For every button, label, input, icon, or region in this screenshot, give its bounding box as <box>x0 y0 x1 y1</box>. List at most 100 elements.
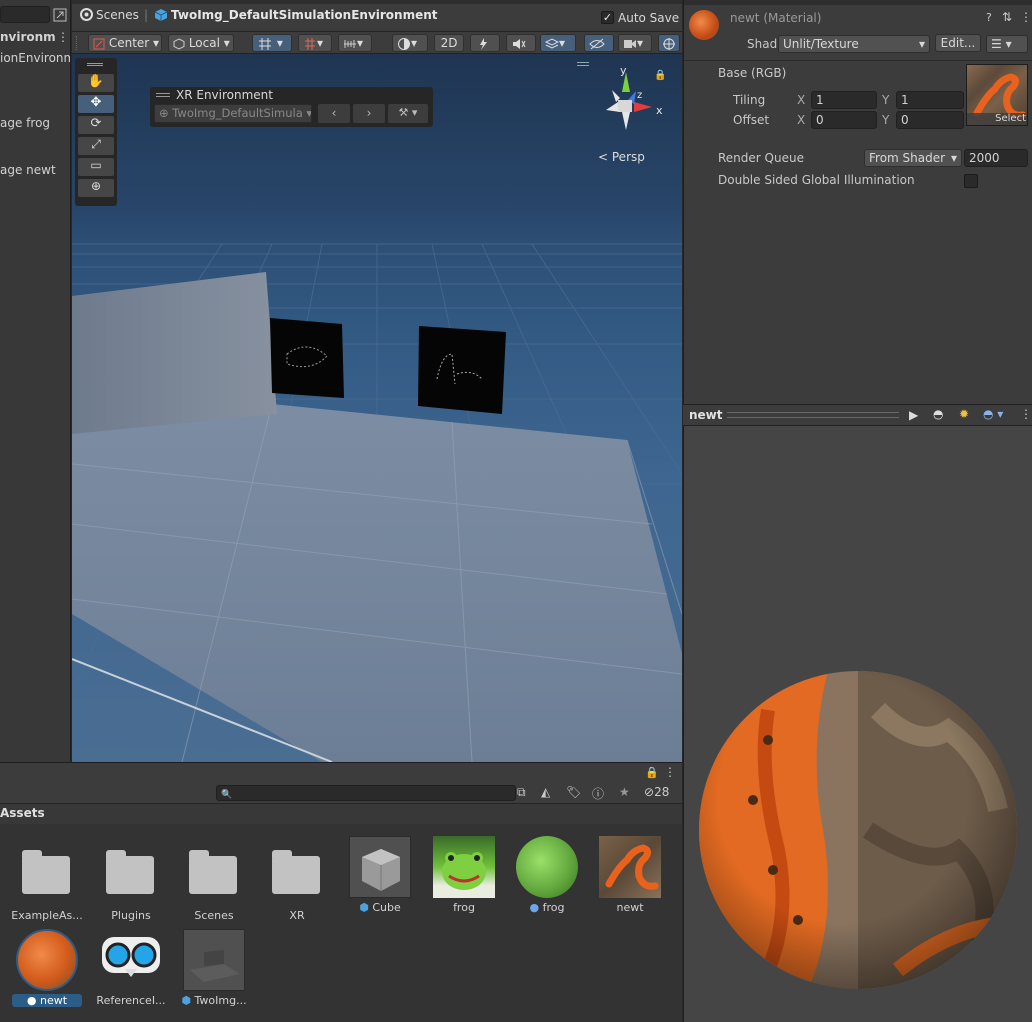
newt-texture-thumbnail <box>599 836 661 898</box>
tools-grip[interactable] <box>87 63 103 66</box>
lighting-toggle[interactable] <box>470 34 500 52</box>
image-target-frog[interactable] <box>270 318 344 398</box>
asset-frog-material[interactable]: ● frog <box>506 824 586 914</box>
preview-resize-handle[interactable] <box>727 412 899 418</box>
tiling-y-field[interactable]: 1 <box>896 91 964 109</box>
environment-dropdown-value: TwoImg_DefaultSimula <box>172 106 303 120</box>
material-preview[interactable] <box>683 426 1032 1022</box>
toggle-2d-button[interactable]: 2D <box>434 34 464 52</box>
eye-slash-icon: ⊘ <box>644 785 655 799</box>
offset-y-field[interactable]: 0 <box>896 111 964 129</box>
rect-tool-button[interactable]: ▭ <box>78 158 114 176</box>
more-icon[interactable]: ⋮ <box>664 765 676 779</box>
shader-dropdown[interactable]: Unlit/Texture ▾ <box>778 35 930 53</box>
preset-icon[interactable]: ⇅ <box>1002 10 1012 24</box>
asset-folder-plugins[interactable]: Plugins <box>90 832 170 922</box>
asset-cube-prefab[interactable]: ⬢ Cube <box>339 824 419 914</box>
log-types-icon[interactable]: ⓘ <box>592 785 604 802</box>
increment-snap-button[interactable]: ▾ <box>298 34 332 52</box>
double-sided-gi-checkbox[interactable] <box>964 174 978 188</box>
transform-tool-button[interactable]: ⊕ <box>78 179 114 197</box>
render-queue-field[interactable]: 2000 <box>964 149 1028 167</box>
chevron-down-icon: ▾ <box>950 151 957 165</box>
folder-icon <box>272 850 320 894</box>
edit-shader-button[interactable]: Edit... <box>935 34 981 52</box>
orientation-gizmo[interactable]: y x z <box>592 64 672 144</box>
ruler-snap-button[interactable]: ▾ <box>338 34 372 52</box>
audio-toggle[interactable] <box>506 34 536 52</box>
auto-save-checkbox[interactable]: ✓ <box>601 11 614 24</box>
asset-folder-scenes[interactable]: Scenes <box>173 832 253 922</box>
search-by-type-icon[interactable] <box>53 7 67 21</box>
play-icon[interactable]: ▶ <box>909 408 918 422</box>
project-breadcrumb: Assets <box>0 804 682 824</box>
scale-tool-button[interactable]: ⤢ <box>78 137 114 155</box>
tab-strip-edge <box>72 0 682 4</box>
asset-twoimg-prefab[interactable]: ⬢ TwoImg... <box>173 917 253 1007</box>
help-icon[interactable]: ? <box>986 11 992 24</box>
more-icon[interactable]: ⋮ <box>1020 10 1032 24</box>
asset-newt-texture[interactable]: newt <box>589 824 669 914</box>
move-tool-button[interactable]: ✥ <box>78 95 114 113</box>
asset-frog-texture[interactable]: frog <box>423 824 503 914</box>
hierarchy-item-image-frog[interactable]: age frog <box>0 116 50 130</box>
environment-dropdown[interactable]: ⊕ TwoImg_DefaultSimula ▾ <box>154 104 312 123</box>
gizmo-x-label: x <box>656 104 663 117</box>
asset-folder-xr[interactable]: XR <box>256 832 336 922</box>
asset-reference-image-library[interactable]: ReferenceI... <box>90 917 170 1007</box>
project-search-input[interactable]: 🔍 <box>216 785 516 801</box>
pivot-local-dropdown[interactable]: Local ▾ <box>168 34 234 52</box>
more-icon[interactable]: ⋮ <box>57 30 69 44</box>
base-texture-slot[interactable]: Select <box>966 64 1028 126</box>
preview-sphere-dropdown[interactable]: ◓ ▾ <box>983 407 1003 421</box>
search-icon: 🔍 <box>221 790 233 800</box>
breadcrumb-scenes[interactable]: Scenes <box>96 8 139 22</box>
camera-dropdown[interactable]: ▾ <box>618 34 652 52</box>
xr-environment-overlay: XR Environment ⊕ TwoImg_DefaultSimula ▾ … <box>150 87 433 127</box>
gizmo-grip[interactable] <box>577 62 589 66</box>
grid-snap-toggle[interactable]: ▾ <box>252 34 292 52</box>
preview-lights-icon[interactable]: ✹ <box>959 407 969 421</box>
assets-breadcrumb[interactable]: Assets <box>0 806 45 820</box>
draw-mode-dropdown[interactable]: ▾ <box>392 34 428 52</box>
image-target-newt[interactable] <box>418 326 506 414</box>
asset-newt-material[interactable]: ● newt <box>6 917 86 1007</box>
lock-icon[interactable]: 🔒 <box>645 766 659 779</box>
gizmos-button[interactable] <box>658 34 680 52</box>
effects-dropdown[interactable]: ▾ <box>540 34 576 52</box>
tiling-x-field[interactable]: 1 <box>811 91 877 109</box>
hierarchy-search-input[interactable] <box>0 6 50 23</box>
floor-plane <box>72 384 682 762</box>
breadcrumb-scene-name[interactable]: TwoImg_DefaultSimulationEnvironment <box>171 8 438 22</box>
hidden-packages-count: 28 <box>654 785 670 799</box>
asset-name: ● newt <box>12 994 82 1007</box>
next-environment-button[interactable]: › <box>353 104 385 123</box>
asset-folder-exampleassets[interactable]: ExampleAs... <box>6 832 86 922</box>
filter-by-label-icon[interactable]: 🏷 <box>566 785 581 799</box>
offset-x-field[interactable]: 0 <box>811 111 877 129</box>
space-label: Local <box>188 36 220 50</box>
hierarchy-item-image-newt[interactable]: age newt <box>0 163 56 177</box>
scene-viewport[interactable]: ✋ ✥ ⟳ ⤢ ▭ ⊕ XR Environment ⊕ TwoImg_Defa… <box>72 54 682 762</box>
overlay-grip[interactable] <box>156 93 170 97</box>
pivot-center-dropdown[interactable]: Center ▾ <box>88 34 162 52</box>
scene-visibility-toggle[interactable] <box>584 34 614 52</box>
preview-mesh-icon[interactable]: ◓ <box>933 407 943 421</box>
previous-environment-button[interactable]: ‹ <box>318 104 350 123</box>
rotate-tool-button[interactable]: ⟳ <box>78 116 114 134</box>
hierarchy-scene-header[interactable]: nvironm <box>0 30 56 44</box>
hand-tool-button[interactable]: ✋ <box>78 74 114 92</box>
search-type-icon[interactable]: ⧉ <box>517 785 526 800</box>
projection-toggle[interactable]: < Persp <box>598 150 645 164</box>
environment-tools-dropdown[interactable]: ⚒ ▾ <box>388 104 428 123</box>
select-texture-button[interactable]: Select <box>967 113 1027 125</box>
more-icon[interactable]: ⋮ <box>1020 407 1032 421</box>
hidden-packages-toggle[interactable]: ⊘28 <box>644 785 669 799</box>
twoimg-prefab-thumbnail <box>183 929 245 991</box>
shader-options-dropdown[interactable]: ☰ ▾ <box>986 35 1028 53</box>
frog-material-thumbnail <box>516 836 578 898</box>
hierarchy-item-environment[interactable]: ionEnvironme <box>0 51 70 65</box>
filter-by-type-icon[interactable]: ◭ <box>541 785 550 799</box>
favorites-icon[interactable]: ★ <box>619 785 630 799</box>
render-queue-dropdown[interactable]: From Shader ▾ <box>864 149 962 167</box>
